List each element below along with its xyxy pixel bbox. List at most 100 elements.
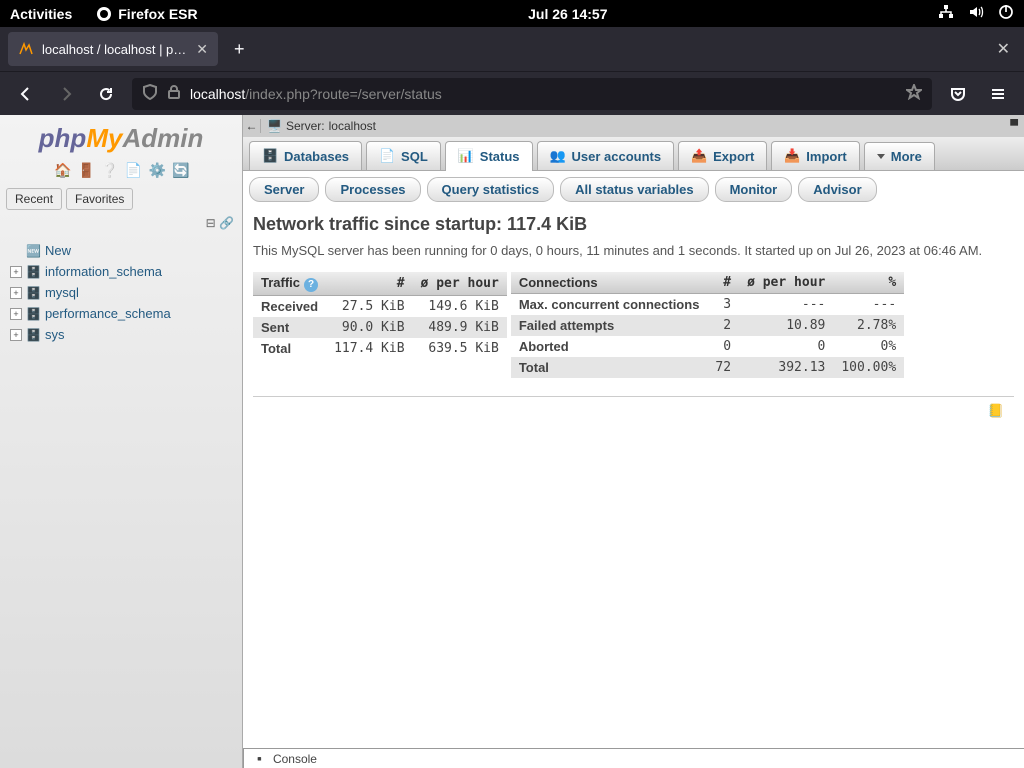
table-row: Total117.4 KiB639.5 KiB (253, 338, 507, 359)
back-button[interactable] (12, 80, 40, 108)
help-icon[interactable]: ? (304, 278, 318, 292)
page-heading: Network traffic since startup: 117.4 KiB (253, 214, 1014, 235)
browser-tab-active[interactable]: localhost / localhost | php… ✕ (8, 32, 218, 66)
clock[interactable]: Jul 26 14:57 (198, 6, 938, 22)
database-icon: 🗄️ (26, 328, 41, 342)
active-app-name: Firefox ESR (118, 6, 197, 22)
home-icon[interactable]: 🏠 (54, 162, 70, 178)
tab-import[interactable]: 📥Import (771, 141, 859, 170)
tab-status[interactable]: 📊Status (445, 141, 533, 171)
favorites-tab[interactable]: Favorites (66, 188, 133, 210)
tree-db-label: information_schema (45, 264, 162, 279)
pocket-button[interactable] (944, 80, 972, 108)
tab-export[interactable]: 📤Export (678, 141, 767, 170)
tree-db-label: sys (45, 327, 65, 342)
tree-new-db[interactable]: 🆕 New (4, 240, 238, 261)
network-icon[interactable] (938, 4, 954, 23)
tree-db-item[interactable]: + 🗄️ sys (4, 324, 238, 345)
console-label: Console (273, 752, 317, 766)
subtab-server[interactable]: Server (249, 177, 319, 202)
tree-db-label: performance_schema (45, 306, 171, 321)
bookmark-page-icon[interactable]: 📒 (988, 403, 1004, 418)
import-icon: 📥 (784, 148, 800, 164)
tree-db-item[interactable]: + 🗄️ mysql (4, 282, 238, 303)
database-tree: 🆕 New + 🗄️ information_schema + 🗄️ mysql… (0, 232, 242, 353)
browser-tab-strip: localhost / localhost | php… ✕ + ✕ (0, 27, 1024, 71)
firefox-icon (96, 6, 112, 22)
console-bar[interactable]: ▪️ Console (243, 748, 1024, 768)
forward-button (52, 80, 80, 108)
reload-button[interactable] (92, 80, 120, 108)
chevron-down-icon (877, 154, 885, 159)
conn-header-pct: % (833, 272, 904, 294)
main-panel: ← 🖥️ Server: localhost ▀ 🗄️Databases 📄SQ… (243, 115, 1024, 768)
tab-databases[interactable]: 🗄️Databases (249, 141, 362, 170)
traffic-header-perhour: ø per hour (413, 272, 507, 296)
status-subtabs: Server Processes Query statistics All st… (243, 171, 1024, 208)
nav-sidebar: phpMyAdmin 🏠 🚪 ❔ 📄 ⚙️ 🔄 Recent Favorites… (0, 115, 243, 768)
sql-tab-icon: 📄 (379, 148, 395, 164)
tab-user-accounts[interactable]: 👥User accounts (537, 141, 675, 170)
table-row: Max. concurrent connections3------ (511, 294, 904, 316)
bookmark-star-icon[interactable] (906, 84, 922, 103)
expander-icon[interactable]: + (10, 308, 22, 320)
collapse-tree-icon[interactable]: ⊟ (206, 216, 216, 230)
conn-header-num: # (707, 272, 739, 294)
export-icon: 📤 (691, 148, 707, 164)
logout-icon[interactable]: 🚪 (78, 162, 94, 178)
desktop-top-bar: Activities Firefox ESR Jul 26 14:57 (0, 0, 1024, 27)
database-icon: 🗄️ (26, 307, 41, 321)
tree-db-item[interactable]: + 🗄️ information_schema (4, 261, 238, 282)
browser-toolbar: localhost/index.php?route=/server/status (0, 71, 1024, 115)
subtab-all-status-variables[interactable]: All status variables (560, 177, 709, 202)
table-row: Aborted000% (511, 336, 904, 357)
conn-header-name: Connections (511, 272, 708, 294)
database-icon: 🗄️ (26, 265, 41, 279)
tab-close-icon[interactable]: ✕ (196, 41, 208, 58)
phpmyadmin-logo[interactable]: phpMyAdmin (0, 115, 242, 158)
expander-icon[interactable]: + (10, 287, 22, 299)
breadcrumb-bar: ← 🖥️ Server: localhost ▀ (243, 115, 1024, 137)
sql-icon[interactable]: 📄 (125, 162, 141, 178)
active-app-indicator[interactable]: Firefox ESR (96, 6, 197, 22)
breadcrumb-server[interactable]: 🖥️ Server: localhost (261, 119, 382, 133)
new-tab-button[interactable]: + (226, 39, 253, 60)
tree-db-item[interactable]: + 🗄️ performance_schema (4, 303, 238, 324)
reload-nav-icon[interactable]: 🔄 (172, 162, 188, 178)
power-icon[interactable] (998, 4, 1014, 23)
main-tabs: 🗄️Databases 📄SQL 📊Status 👥User accounts … (243, 137, 1024, 171)
shield-icon[interactable] (142, 84, 158, 103)
volume-icon[interactable] (968, 4, 984, 23)
subtab-processes[interactable]: Processes (325, 177, 420, 202)
connections-table: Connections # ø per hour % Max. concurre… (511, 272, 904, 378)
activities-button[interactable]: Activities (10, 6, 72, 22)
subtab-monitor[interactable]: Monitor (715, 177, 793, 202)
divider (253, 396, 1014, 397)
lock-icon[interactable] (166, 84, 182, 103)
url-host: localhost (190, 86, 245, 102)
table-row: Failed attempts210.892.78% (511, 315, 904, 336)
settings-gear-icon[interactable]: ⚙️ (148, 162, 164, 178)
tab-more[interactable]: More (864, 142, 935, 170)
expander-icon[interactable]: + (10, 266, 22, 278)
nav-back-icon[interactable]: ← (243, 119, 261, 133)
breadcrumb-server-name: localhost (329, 119, 376, 133)
tab-sql[interactable]: 📄SQL (366, 141, 441, 170)
hamburger-menu-button[interactable] (984, 80, 1012, 108)
new-db-icon: 🆕 (26, 244, 41, 258)
window-close-button[interactable]: ✕ (991, 39, 1016, 59)
collapse-topbar-icon[interactable]: ▀ (1004, 120, 1024, 132)
tree-new-label: New (45, 243, 71, 258)
expander-icon[interactable]: + (10, 329, 22, 341)
recent-tab[interactable]: Recent (6, 188, 62, 210)
docs-icon[interactable]: ❔ (101, 162, 117, 178)
subtab-advisor[interactable]: Advisor (798, 177, 876, 202)
status-icon: 📊 (458, 148, 474, 164)
subtab-query-statistics[interactable]: Query statistics (427, 177, 555, 202)
table-row: Received27.5 KiB149.6 KiB (253, 296, 507, 318)
users-icon: 👥 (550, 148, 566, 164)
link-icon[interactable]: 🔗 (219, 216, 234, 230)
url-bar[interactable]: localhost/index.php?route=/server/status (132, 78, 932, 110)
traffic-table: Traffic? # ø per hour Received27.5 KiB14… (253, 272, 507, 359)
table-row: Total72392.13100.00% (511, 357, 904, 378)
